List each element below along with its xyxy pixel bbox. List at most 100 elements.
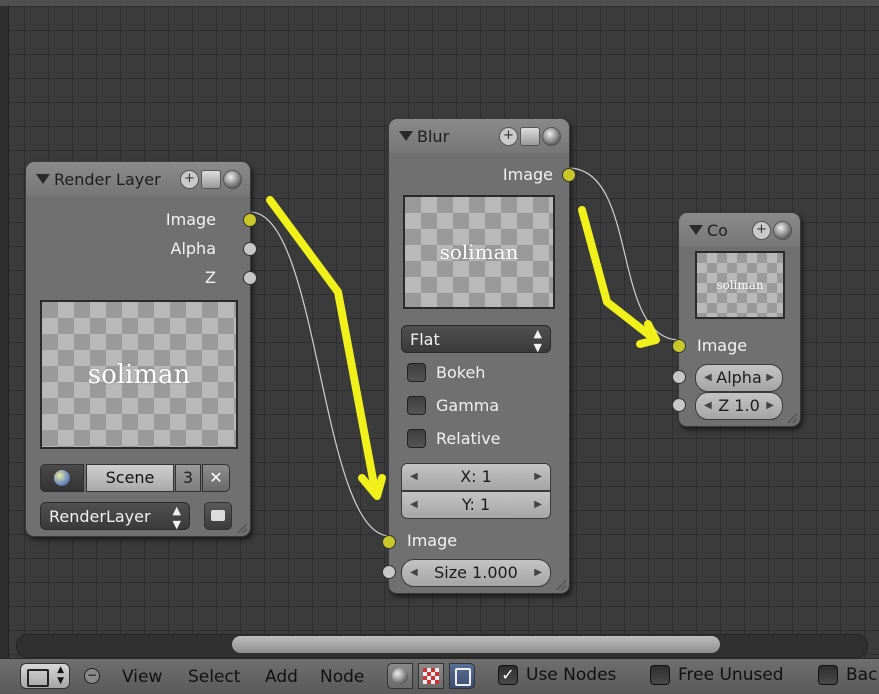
scene-label: Scene bbox=[105, 468, 155, 487]
render-layer-node[interactable]: Render Layer + Image Alpha Z soliman Sce… bbox=[25, 161, 257, 537]
output-socket-alpha[interactable] bbox=[243, 242, 257, 256]
input-socket-alpha[interactable] bbox=[672, 370, 686, 384]
output-label-alpha: Alpha bbox=[170, 239, 217, 258]
preview-sphere-icon[interactable] bbox=[542, 127, 561, 146]
render-preview: soliman bbox=[40, 300, 238, 449]
node-title: Co bbox=[707, 221, 728, 240]
increment-arrow-icon[interactable]: ▶ bbox=[534, 560, 542, 586]
use-nodes-checkbox[interactable]: ✓ Use Nodes bbox=[498, 665, 616, 685]
updown-arrow-icon: ▲ ▼ bbox=[57, 665, 64, 686]
filter-type-select[interactable]: Flat ▲ ▼ bbox=[401, 325, 551, 354]
collapse-menu-icon[interactable]: − bbox=[84, 668, 100, 684]
checkbox-box[interactable] bbox=[407, 363, 426, 382]
scrollbar-thumb[interactable] bbox=[232, 636, 720, 653]
close-icon: ✕ bbox=[209, 468, 223, 487]
scene-unlink-button[interactable]: ✕ bbox=[202, 464, 230, 492]
relative-checkbox[interactable]: Relative bbox=[407, 429, 501, 448]
node-title: Blur bbox=[417, 127, 450, 146]
editor-type-icon bbox=[27, 669, 49, 687]
plus-icon[interactable]: + bbox=[499, 127, 518, 146]
checkbox-label: Free Unused bbox=[678, 665, 784, 685]
backdrop-checkbox[interactable]: Bac bbox=[818, 665, 877, 685]
menu-add[interactable]: Add bbox=[265, 667, 298, 687]
preview-sphere-icon[interactable] bbox=[223, 170, 242, 189]
decrement-arrow-icon[interactable]: ◀ bbox=[704, 365, 712, 391]
output-socket-image[interactable] bbox=[562, 168, 576, 182]
resize-handle-icon[interactable] bbox=[787, 413, 797, 423]
input-socket-image[interactable] bbox=[382, 535, 396, 549]
collapse-triangle-icon[interactable] bbox=[689, 225, 703, 235]
resize-handle-icon[interactable] bbox=[556, 580, 566, 590]
collapse-triangle-icon[interactable] bbox=[36, 174, 50, 184]
size-x-field[interactable]: ◀ X: 1 ▶ bbox=[401, 463, 551, 491]
z-value: Z 1.0 bbox=[718, 396, 760, 415]
resize-handle-icon[interactable] bbox=[237, 523, 247, 533]
scene-count: 3 bbox=[182, 468, 194, 487]
blur-node[interactable]: Blur + Image soliman Flat ▲ ▼ Bokeh Gamma bbox=[382, 118, 576, 594]
camera-icon bbox=[211, 510, 225, 521]
decrement-arrow-icon[interactable]: ◀ bbox=[704, 393, 712, 419]
gamma-checkbox[interactable]: Gamma bbox=[407, 396, 499, 415]
alpha-value: Alpha bbox=[716, 368, 762, 387]
composite-node[interactable]: Co + soliman Image ◀ Alpha ▶ ◀ Z 1.0 ▶ bbox=[672, 212, 801, 427]
scene-browse-button[interactable] bbox=[40, 464, 84, 492]
filter-type-value: Flat bbox=[410, 330, 440, 349]
alpha-field[interactable]: ◀ Alpha ▶ bbox=[695, 364, 783, 392]
z-field[interactable]: ◀ Z 1.0 ▶ bbox=[695, 392, 783, 420]
bokeh-checkbox[interactable]: Bokeh bbox=[407, 363, 485, 382]
plus-icon[interactable]: + bbox=[752, 221, 771, 240]
editor-type-button[interactable]: ▲ ▼ bbox=[20, 663, 70, 689]
free-unused-checkbox[interactable]: Free Unused bbox=[650, 665, 784, 685]
composite-preview: soliman bbox=[695, 251, 785, 319]
render-button[interactable] bbox=[204, 502, 232, 530]
toggle-options-icon[interactable] bbox=[201, 170, 221, 189]
preview-text: soliman bbox=[87, 359, 191, 390]
increment-arrow-icon[interactable]: ▶ bbox=[766, 365, 774, 391]
collapse-triangle-icon[interactable] bbox=[399, 131, 413, 141]
increment-arrow-icon[interactable]: ▶ bbox=[534, 464, 542, 490]
updown-arrow-icon: ▲ ▼ bbox=[172, 504, 181, 531]
input-socket-size[interactable] bbox=[382, 565, 396, 579]
input-socket-z[interactable] bbox=[672, 398, 686, 412]
checkbox-box[interactable] bbox=[407, 396, 426, 415]
checkbox-label: Use Nodes bbox=[526, 665, 617, 685]
size-x-value: X: 1 bbox=[460, 467, 492, 486]
size-field[interactable]: ◀ Size 1.000 ▶ bbox=[401, 559, 551, 587]
compositing-nodes-button[interactable] bbox=[449, 663, 475, 689]
checkbox-box[interactable] bbox=[650, 665, 670, 685]
size-value: Size 1.000 bbox=[434, 563, 518, 582]
input-label-image: Image bbox=[697, 336, 748, 355]
scene-name-field[interactable]: Scene bbox=[86, 464, 174, 492]
render-layer-select[interactable]: RenderLayer ▲ ▼ bbox=[40, 502, 190, 531]
preview-text: soliman bbox=[716, 278, 764, 292]
output-socket-z[interactable] bbox=[243, 271, 257, 285]
toggle-options-icon[interactable] bbox=[520, 127, 540, 146]
node-header[interactable]: Render Layer + bbox=[26, 162, 250, 196]
plus-icon[interactable]: + bbox=[180, 170, 199, 189]
checkbox-box[interactable] bbox=[407, 429, 426, 448]
decrement-arrow-icon[interactable]: ◀ bbox=[410, 560, 418, 586]
node-editor[interactable]: Render Layer + Image Alpha Z soliman Sce… bbox=[0, 0, 879, 658]
menu-node[interactable]: Node bbox=[320, 667, 364, 687]
preview-sphere-icon[interactable] bbox=[773, 221, 792, 240]
node-header[interactable]: Co + bbox=[679, 213, 800, 247]
shader-nodes-button[interactable] bbox=[387, 663, 413, 689]
menu-select[interactable]: Select bbox=[188, 667, 240, 687]
scene-users-count: 3 bbox=[175, 464, 201, 492]
texture-nodes-button[interactable] bbox=[418, 663, 444, 689]
output-label-z: Z bbox=[205, 268, 216, 287]
size-y-field[interactable]: ◀ Y: 1 ▶ bbox=[401, 491, 551, 519]
node-header[interactable]: Blur + bbox=[389, 119, 569, 153]
increment-arrow-icon[interactable]: ▶ bbox=[534, 492, 542, 518]
checkbox-label: Relative bbox=[436, 429, 501, 448]
increment-arrow-icon[interactable]: ▶ bbox=[766, 393, 774, 419]
checkbox-box[interactable] bbox=[818, 665, 838, 685]
input-socket-image[interactable] bbox=[672, 339, 686, 353]
menu-view[interactable]: View bbox=[122, 667, 162, 687]
decrement-arrow-icon[interactable]: ◀ bbox=[410, 492, 418, 518]
node-editor-header: ▲ ▼ − View Select Add Node ✓ Use Nodes Fr… bbox=[0, 658, 879, 694]
output-label-image: Image bbox=[502, 165, 553, 184]
output-socket-image[interactable] bbox=[243, 213, 257, 227]
checkbox-box[interactable]: ✓ bbox=[498, 665, 518, 685]
decrement-arrow-icon[interactable]: ◀ bbox=[410, 464, 418, 490]
